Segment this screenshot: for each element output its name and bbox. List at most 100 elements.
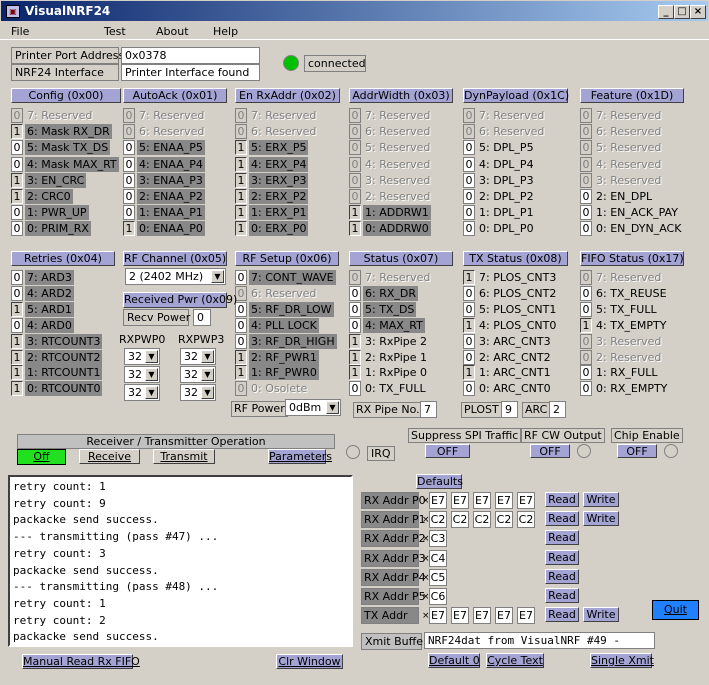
menu-file[interactable]: File: [11, 25, 29, 38]
feature-bit-value[interactable]: 0: [580, 172, 592, 188]
autoack-bit-value[interactable]: 0: [123, 189, 135, 204]
read-button[interactable]: Read: [545, 511, 579, 527]
addrwidth-bit-row[interactable]: 1 1: ADDRW1: [349, 205, 431, 221]
feature-bit-row[interactable]: 0 6: Reserved: [580, 124, 663, 140]
enrx-bit-row[interactable]: 1 4: ERX_P4: [235, 156, 309, 172]
dynpayload-bit-row[interactable]: 0 4: DPL_P4: [463, 156, 536, 172]
addr-byte[interactable]: C2: [495, 511, 513, 529]
fifo-bit-value[interactable]: 1: [580, 317, 592, 333]
fifo-bit-row[interactable]: 0 3: Reserved: [580, 333, 663, 349]
read-button[interactable]: Read: [545, 492, 579, 507]
fifo-header[interactable]: FIFO Status (0x17): [580, 251, 684, 266]
read-button[interactable]: Read: [545, 530, 579, 546]
enrx-bit-value[interactable]: 1: [235, 221, 247, 237]
fifo-bit-row[interactable]: 0 1: RX_FULL: [580, 365, 660, 381]
addrwidth-bit-row[interactable]: 0 7: Reserved: [349, 108, 432, 123]
chevron-down-icon[interactable]: ▼: [211, 270, 224, 283]
feature-bit-row[interactable]: 0 2: EN_DPL: [580, 189, 654, 204]
dynpayload-bit-value[interactable]: 0: [463, 156, 475, 172]
enrx-bit-row[interactable]: 0 7: Reserved: [235, 108, 318, 123]
retries-bit-row[interactable]: 1 0: RTCOUNT0: [11, 381, 103, 397]
fifo-bit-value[interactable]: 0: [580, 349, 592, 365]
dynpayload-bit-row[interactable]: 0 2: DPL_P2: [463, 189, 536, 204]
addrwidth-bit-row[interactable]: 0 6: Reserved: [349, 124, 432, 140]
addr-byte[interactable]: E7: [429, 492, 447, 509]
addr-byte[interactable]: E7: [473, 607, 491, 625]
status-bit-row[interactable]: 1 2: RxPipe 1: [349, 349, 429, 365]
rxpw-p3-select[interactable]: 32 ▼: [180, 384, 216, 401]
addrwidth-bit-value[interactable]: 0: [349, 156, 361, 172]
addr-byte[interactable]: E7: [451, 607, 469, 625]
feature-bit-row[interactable]: 0 0: EN_DYN_ACK: [580, 221, 683, 237]
rfsetup-bit-value[interactable]: 0: [235, 317, 247, 333]
autoack-bit-row[interactable]: 1 0: ENAA_P0: [123, 221, 205, 237]
dynpayload-bit-value[interactable]: 0: [463, 221, 475, 237]
single-xmit-button[interactable]: Single Xmit: [590, 653, 654, 668]
rxpw-p0-select[interactable]: 32 ▼: [124, 384, 160, 401]
enrx-bit-value[interactable]: 1: [235, 205, 247, 221]
rf-channel-header[interactable]: RF Channel (0x05): [123, 251, 227, 266]
rfsetup-bit-row[interactable]: 0 7: CONT_WAVE: [235, 270, 336, 285]
write-button[interactable]: Write: [583, 511, 619, 527]
quit-button[interactable]: Quit: [652, 600, 699, 620]
autoack-bit-row[interactable]: 0 7: Reserved: [123, 108, 206, 123]
addrwidth-header[interactable]: AddrWidth (0x03): [349, 88, 453, 103]
enrx-bit-value[interactable]: 0: [235, 108, 247, 123]
retries-bit-value[interactable]: 1: [11, 333, 23, 349]
fifo-bit-row[interactable]: 0 0: RX_EMPTY: [580, 381, 669, 397]
rxpw-p3-select[interactable]: 32 ▼: [180, 348, 216, 365]
status-bit-row[interactable]: 1 1: RxPipe 0: [349, 365, 429, 381]
minimize-button[interactable]: _: [658, 5, 674, 19]
off-button[interactable]: Off: [17, 449, 66, 465]
addrwidth-bit-value[interactable]: 0: [349, 172, 361, 188]
autoack-bit-row[interactable]: 0 3: ENAA_P3: [123, 172, 205, 188]
transmit-button[interactable]: Transmit: [153, 449, 215, 464]
received-power-button[interactable]: Received Pwr (0x09): [123, 292, 237, 308]
autoack-bit-value[interactable]: 1: [123, 221, 135, 237]
status-bit-value[interactable]: 0: [349, 381, 361, 397]
autoack-bit-row[interactable]: 0 1: ENAA_P1: [123, 205, 205, 221]
addr-byte[interactable]: E7: [429, 607, 447, 625]
addrwidth-bit-value[interactable]: 0: [349, 189, 361, 204]
txstatus-bit-value[interactable]: 1: [463, 365, 475, 381]
config-bit-value[interactable]: 0: [11, 108, 23, 123]
addrwidth-bit-row[interactable]: 0 5: Reserved: [349, 140, 432, 156]
xmit-buffer-input[interactable]: NRF24dat from VisualNRF #49 -: [424, 632, 655, 649]
enrx-bit-row[interactable]: 1 3: ERX_P3: [235, 172, 309, 188]
enrx-bit-row[interactable]: 1 0: ERX_P0: [235, 221, 309, 237]
clear-window-button[interactable]: Clr Window: [276, 654, 343, 669]
addrwidth-bit-row[interactable]: 0 3: Reserved: [349, 172, 432, 188]
status-bit-row[interactable]: 0 0: TX_FULL: [349, 381, 428, 397]
printer-port-field[interactable]: 0x0378: [121, 47, 260, 64]
autoack-bit-row[interactable]: 0 5: ENAA_P5: [123, 140, 205, 156]
rfsetup-bit-row[interactable]: 0 6: Reserved: [235, 285, 318, 301]
rxpw-p0-select[interactable]: 32 ▼: [124, 366, 160, 383]
rfsetup-bit-value[interactable]: 1: [235, 349, 247, 365]
dynpayload-bit-row[interactable]: 0 7: Reserved: [463, 108, 546, 123]
txstatus-bit-row[interactable]: 1 1: ARC_CNT1: [463, 365, 553, 381]
addr-byte[interactable]: C2: [451, 511, 469, 529]
feature-bit-row[interactable]: 0 3: Reserved: [580, 172, 663, 188]
config-bit-row[interactable]: 0 5: Mask TX_DS: [11, 140, 111, 156]
status-bit-value[interactable]: 1: [349, 333, 361, 349]
status-bit-value[interactable]: 0: [349, 285, 361, 301]
txstatus-bit-value[interactable]: 0: [463, 301, 475, 317]
dynpayload-bit-value[interactable]: 0: [463, 189, 475, 204]
autoack-header[interactable]: AutoAck (0x01): [123, 88, 227, 103]
retries-bit-value[interactable]: 1: [11, 365, 23, 381]
feature-bit-value[interactable]: 0: [580, 205, 592, 221]
maximize-button[interactable]: □: [674, 5, 690, 19]
addr-byte[interactable]: E7: [517, 607, 535, 625]
write-button[interactable]: Write: [583, 492, 619, 507]
feature-bit-value[interactable]: 0: [580, 108, 592, 123]
enrx-bit-row[interactable]: 1 5: ERX_P5: [235, 140, 309, 156]
dynpayload-bit-row[interactable]: 0 3: DPL_P3: [463, 172, 536, 188]
retries-bit-value[interactable]: 0: [11, 317, 23, 333]
enrx-bit-value[interactable]: 1: [235, 189, 247, 204]
enrx-bit-value[interactable]: 1: [235, 172, 247, 188]
feature-bit-value[interactable]: 0: [580, 124, 592, 140]
dynpayload-bit-row[interactable]: 0 0: DPL_P0: [463, 221, 536, 237]
config-bit-value[interactable]: 1: [11, 189, 23, 204]
read-button[interactable]: Read: [545, 568, 579, 584]
feature-bit-value[interactable]: 0: [580, 189, 592, 204]
